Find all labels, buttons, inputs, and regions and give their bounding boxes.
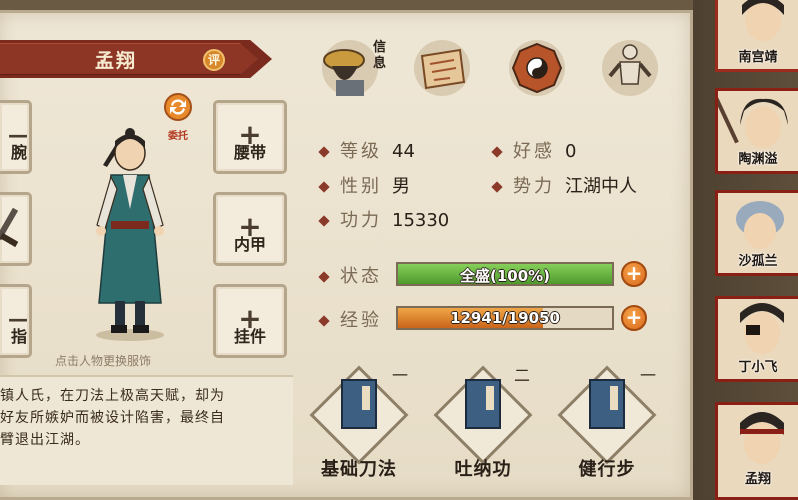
slot-label: 挂件 [233, 327, 266, 346]
tap-hint: 点击人物更换服饰 [55, 354, 152, 368]
skill-breathing[interactable]: 二 吐纳功 [433, 362, 533, 480]
slot-label: 指 [10, 327, 27, 346]
roster-name: 南宫靖 [738, 50, 778, 65]
stat-favor: 好感 0 [491, 137, 576, 163]
slot-label: 腕 [10, 143, 27, 162]
stat-power: 功力 15330 [318, 206, 449, 232]
rate-button[interactable]: 评 [203, 49, 225, 71]
portrait-avatar [740, 303, 784, 354]
skill-book-icon [589, 379, 625, 429]
slot-label: 腰带 [233, 143, 266, 162]
bagua-icon [509, 40, 565, 96]
status-label: 状态 [318, 262, 382, 288]
exp-bar-text: 12941/19050 [450, 309, 560, 327]
diamond-icon [318, 215, 330, 227]
roster-card[interactable]: 陶渊溢 [715, 88, 798, 174]
status-add-button[interactable]: + [621, 261, 647, 287]
equip-slot-ring[interactable]: — 指 [0, 284, 32, 358]
skill-name: 基础刀法 [321, 459, 397, 480]
portrait-avatar [718, 94, 788, 148]
slot-label: 内甲 [233, 235, 266, 254]
skill-level: 一 [640, 366, 657, 385]
status-bar-text: 全盛(100%) [459, 267, 551, 285]
bio-line: 镇人氏，在刀法上极高天赋，却为 [0, 388, 225, 404]
equip-slot-wrist[interactable]: — 腕 [0, 100, 32, 174]
sword-icon [0, 207, 19, 248]
portrait-avatar [736, 201, 784, 249]
skill-basic-blade[interactable]: 一 基础刀法 [309, 362, 409, 480]
stat-faction: 势力 江湖中人 [491, 172, 637, 198]
skill-book-icon [465, 379, 501, 429]
equip-slot-pendant[interactable]: + 挂件 [213, 284, 287, 358]
bio-line: 好友所嫉妒而被设计陷害，最终自 [0, 410, 225, 426]
roster-card[interactable]: 南宫靖 [715, 0, 798, 72]
map-tab[interactable] [410, 36, 474, 100]
party-roster: 南宫靖 陶渊溢 沙孤兰 丁小飞 孟翔 [693, 0, 798, 500]
stat-gender: 性别男 [318, 172, 410, 198]
portrait-avatar [740, 412, 784, 464]
equip-slot-armor[interactable]: + 内甲 [213, 192, 287, 266]
roster-name: 孟翔 [744, 472, 771, 487]
equip-slot-weapon[interactable] [0, 192, 32, 266]
exp-add-button[interactable]: + [621, 305, 647, 331]
equip-slot-belt[interactable]: + 腰带 [213, 100, 287, 174]
skill-level: 二 [514, 366, 531, 385]
roster-name: 丁小飞 [738, 360, 778, 375]
muscle-body-icon [602, 40, 658, 96]
status-bar: 全盛(100%) [396, 262, 614, 286]
stat-level: 等级 44 [318, 137, 415, 163]
skill-level: 一 [392, 366, 409, 385]
meridian-tab[interactable] [598, 36, 662, 100]
diamond-icon [318, 146, 330, 158]
swap-arrows-icon [164, 93, 192, 121]
roster-card[interactable]: 沙孤兰 [715, 190, 798, 276]
skill-name: 吐纳功 [454, 459, 512, 480]
exp-bar: 12941/19050 [396, 306, 614, 330]
roster-card[interactable]: 丁小飞 [715, 296, 798, 382]
roster-name: 陶渊溢 [738, 152, 778, 167]
scroll-map-icon [414, 40, 470, 96]
exp-label: 经验 [318, 306, 382, 332]
diamond-icon [318, 181, 330, 193]
character-name: 孟翔 [95, 50, 138, 72]
bagua-tab[interactable] [505, 36, 569, 100]
diamond-icon [491, 146, 503, 158]
diamond-icon [318, 271, 330, 283]
skill-fast-step[interactable]: 一 健行步 [557, 362, 657, 480]
diamond-icon [491, 181, 503, 193]
diamond-icon [318, 315, 330, 327]
bio-line: 臂退出江湖。 [0, 432, 90, 448]
skill-name: 健行步 [578, 459, 636, 480]
skill-book-icon [341, 379, 377, 429]
info-label: 信息 [373, 40, 387, 71]
roster-name: 沙孤兰 [738, 254, 778, 269]
roster-card[interactable]: 孟翔 [715, 402, 798, 500]
character-figure[interactable] [75, 125, 185, 345]
bio-panel: 镇人氏，在刀法上极高天赋，却为 好友所嫉妒而被设计陷害，最终自 臂退出江湖。 [0, 375, 293, 485]
